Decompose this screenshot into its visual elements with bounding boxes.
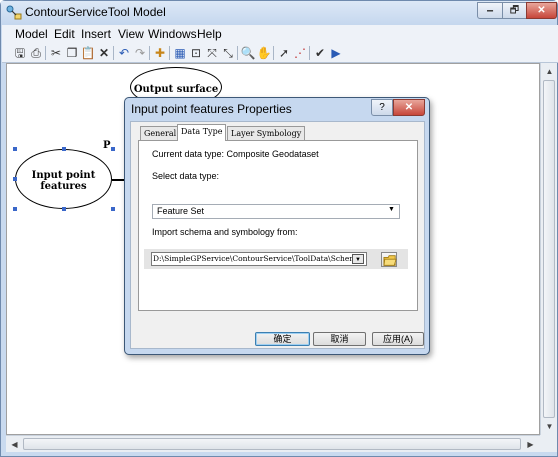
print-icon[interactable]: ⎙ — [28, 45, 44, 61]
import-row: D:\SimpleGPService\ContourService\ToolDa… — [144, 249, 408, 269]
properties-dialog: Input point features Properties ? ✕ Gene… — [124, 97, 430, 355]
data-type-select[interactable]: Feature Set ▼ — [152, 204, 400, 219]
toolbar-separator — [273, 46, 274, 60]
pan-icon[interactable]: ✋ — [256, 45, 272, 61]
menu-help[interactable]: Help — [197, 27, 222, 41]
toolbar-separator — [309, 46, 310, 60]
input-point-features-node[interactable]: Input point features — [15, 149, 112, 209]
selection-handle[interactable] — [62, 147, 66, 151]
undo-icon[interactable]: ↶ — [116, 45, 132, 61]
input-point-features-label: Input point features — [31, 170, 96, 192]
parameter-marker: P — [103, 140, 111, 151]
browse-folder-button[interactable] — [381, 252, 397, 267]
minimize-button[interactable]: 🗕 — [477, 2, 503, 19]
dropdown-arrow-icon[interactable]: ▼ — [388, 206, 395, 213]
menu-model[interactable]: Model — [15, 27, 48, 41]
full-extent-icon[interactable]: ⊡ — [188, 45, 204, 61]
maximize-button[interactable]: 🗗 — [502, 2, 527, 19]
save-icon[interactable]: 🖫 — [12, 45, 28, 61]
model-app-icon — [6, 5, 22, 20]
menu-edit[interactable]: Edit — [54, 27, 75, 41]
import-path-value: D:\SimpleGPService\ContourService\ToolDa… — [153, 254, 361, 263]
toolbar-separator — [149, 46, 150, 60]
title-bar[interactable]: ContourServiceTool Model 🗕 🗗 ✕ — [1, 1, 557, 25]
copy-icon[interactable]: ❐ — [64, 45, 80, 61]
redo-icon[interactable]: ↷ — [132, 45, 148, 61]
output-surface-label: Output surface — [133, 84, 219, 95]
dialog-help-button[interactable]: ? — [371, 99, 393, 116]
toolbar-separator — [45, 46, 46, 60]
select-icon[interactable]: ➚ — [276, 45, 292, 61]
auto-layout-icon[interactable]: ▦ — [172, 45, 188, 61]
import-path-combo[interactable]: D:\SimpleGPService\ContourService\ToolDa… — [151, 252, 367, 266]
cut-icon[interactable]: ✂ — [48, 45, 64, 61]
vertical-scroll-thumb[interactable] — [543, 80, 555, 418]
tab-layer-symbology[interactable]: Layer Symbology — [227, 126, 306, 140]
selection-handle[interactable] — [13, 177, 17, 181]
apply-button[interactable]: 应用(A) — [372, 332, 424, 346]
tab-general[interactable]: General — [140, 126, 181, 140]
ok-button[interactable]: 确定 — [255, 332, 310, 346]
window-title: ContourServiceTool Model — [25, 5, 166, 19]
add-data-icon[interactable]: ✚ — [152, 45, 168, 61]
selection-handle[interactable] — [62, 207, 66, 211]
selection-handle[interactable] — [111, 207, 115, 211]
toolbar-separator — [237, 46, 238, 60]
data-type-panel: Current data type: Composite Geodataset … — [138, 140, 418, 311]
import-schema-label: Import schema and symbology from: — [152, 227, 298, 237]
horizontal-scroll-thumb[interactable] — [23, 438, 521, 450]
menu-bar: Model Edit Insert View Windows Help — [2, 25, 558, 43]
run-icon[interactable]: ▶ — [328, 45, 344, 61]
vertical-scrollbar[interactable]: ▲ ▼ — [540, 63, 557, 435]
scroll-up-icon[interactable]: ▲ — [542, 64, 557, 79]
scroll-down-icon[interactable]: ▼ — [542, 419, 557, 434]
selection-handle[interactable] — [111, 147, 115, 151]
zoom-icon[interactable]: 🔍 — [240, 45, 256, 61]
dialog-title: Input point features Properties — [131, 102, 292, 116]
close-button[interactable]: ✕ — [526, 2, 557, 19]
scroll-right-icon[interactable]: ▶ — [523, 437, 538, 452]
menu-view[interactable]: View — [118, 27, 144, 41]
menu-insert[interactable]: Insert — [81, 27, 111, 41]
import-path-dropdown-icon[interactable]: ▼ — [352, 254, 364, 264]
folder-icon — [383, 255, 397, 266]
paste-icon[interactable]: 📋 — [80, 45, 96, 61]
dialog-close-button[interactable]: ✕ — [393, 99, 425, 116]
horizontal-scrollbar[interactable]: ◀ ▶ — [6, 435, 540, 452]
selection-handle[interactable] — [13, 147, 17, 151]
select-data-type-label: Select data type: — [152, 171, 220, 181]
menu-windows[interactable]: Windows — [148, 27, 197, 41]
current-data-type-label: Current data type: Composite Geodataset — [152, 149, 319, 159]
dialog-body: General Data Type Layer Symbology Curren… — [130, 121, 425, 349]
tab-data-type[interactable]: Data Type — [177, 124, 227, 141]
scroll-left-icon[interactable]: ◀ — [7, 437, 22, 452]
toolbar-separator — [113, 46, 114, 60]
connect-icon[interactable]: ⋰ — [292, 45, 308, 61]
delete-icon[interactable]: ✕ — [96, 45, 112, 61]
cancel-button[interactable]: 取消 — [313, 332, 366, 346]
resize-grip[interactable] — [540, 435, 557, 452]
zoom-out-fixed-icon[interactable]: ⤡ — [220, 45, 236, 61]
data-type-selected-value: Feature Set — [157, 206, 205, 216]
validate-icon[interactable]: ✔ — [312, 45, 328, 61]
zoom-in-fixed-icon[interactable]: ⤧ — [204, 45, 220, 61]
selection-handle[interactable] — [13, 207, 17, 211]
toolbar-separator — [169, 46, 170, 60]
toolbar: 🖫 ⎙ ✂ ❐ 📋 ✕ ↶ ↷ ✚ ▦ ⊡ ⤧ ⤡ 🔍 ✋ ➚ ⋰ ✔ ▶ — [2, 43, 558, 63]
